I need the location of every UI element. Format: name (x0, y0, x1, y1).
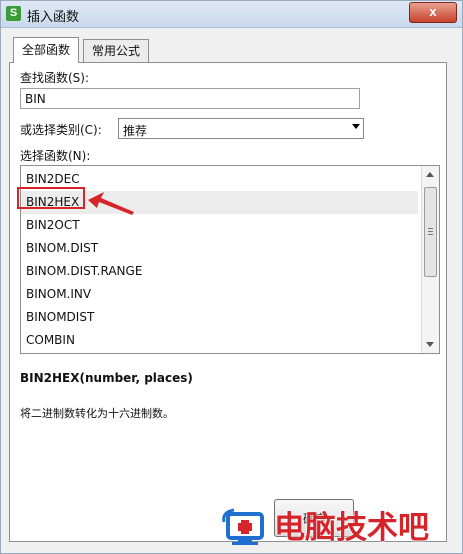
wps-app-icon: S (6, 6, 21, 21)
thumb-grip (428, 228, 433, 229)
annotation-highlight-box (17, 187, 85, 209)
thumb-grip (428, 231, 433, 232)
tab-all-functions[interactable]: 全部函数 (13, 37, 80, 63)
list-item-binom-inv[interactable]: BINOM.INV (21, 283, 418, 306)
insert-function-dialog: S 插入函数 x 全部函数 常用公式 查找函数(S): BIN 或选择类别(C)… (0, 0, 463, 554)
list-item-binom-dist[interactable]: BINOM.DIST (21, 237, 418, 260)
annotation-arrow-icon (88, 192, 134, 215)
watermark: 电脑技术吧 (222, 500, 462, 550)
list-item-bin2oct[interactable]: BIN2OCT (21, 214, 418, 237)
dropdown-arrow-icon (352, 124, 360, 129)
function-description: 将二进制数转化为十六进制数。 (20, 407, 174, 420)
tab-panel: 查找函数(S): BIN 或选择类别(C): 推荐 选择函数(N): BIN2D… (9, 62, 447, 542)
watermark-text: 电脑技术吧 (274, 510, 429, 546)
close-button[interactable]: x (409, 2, 457, 23)
scroll-thumb[interactable] (424, 187, 437, 277)
function-signature: BIN2HEX(number, places) (20, 371, 193, 385)
search-input[interactable]: BIN (20, 88, 360, 109)
scroll-up-arrow-icon[interactable] (426, 172, 434, 177)
scroll-down-arrow-icon[interactable] (426, 342, 434, 347)
watermark-monitor-logo-icon (222, 508, 264, 545)
window-title: 插入函数 (27, 10, 80, 25)
list-scrollbar[interactable] (421, 166, 439, 353)
list-item-binomdist[interactable]: BINOMDIST (21, 306, 418, 329)
category-label: 或选择类别(C): (20, 123, 102, 137)
search-label: 查找函数(S): (20, 71, 90, 85)
function-list-label: 选择函数(N): (20, 149, 91, 163)
category-selected-value: 推荐 (123, 124, 148, 138)
title-bar[interactable]: S 插入函数 x (1, 1, 462, 28)
category-select[interactable]: 推荐 (118, 118, 364, 139)
tab-common-formulas[interactable]: 常用公式 (83, 39, 150, 62)
thumb-grip (428, 234, 433, 235)
list-item-combin[interactable]: COMBIN (21, 329, 418, 352)
list-item-binom-dist-range[interactable]: BINOM.DIST.RANGE (21, 260, 418, 283)
